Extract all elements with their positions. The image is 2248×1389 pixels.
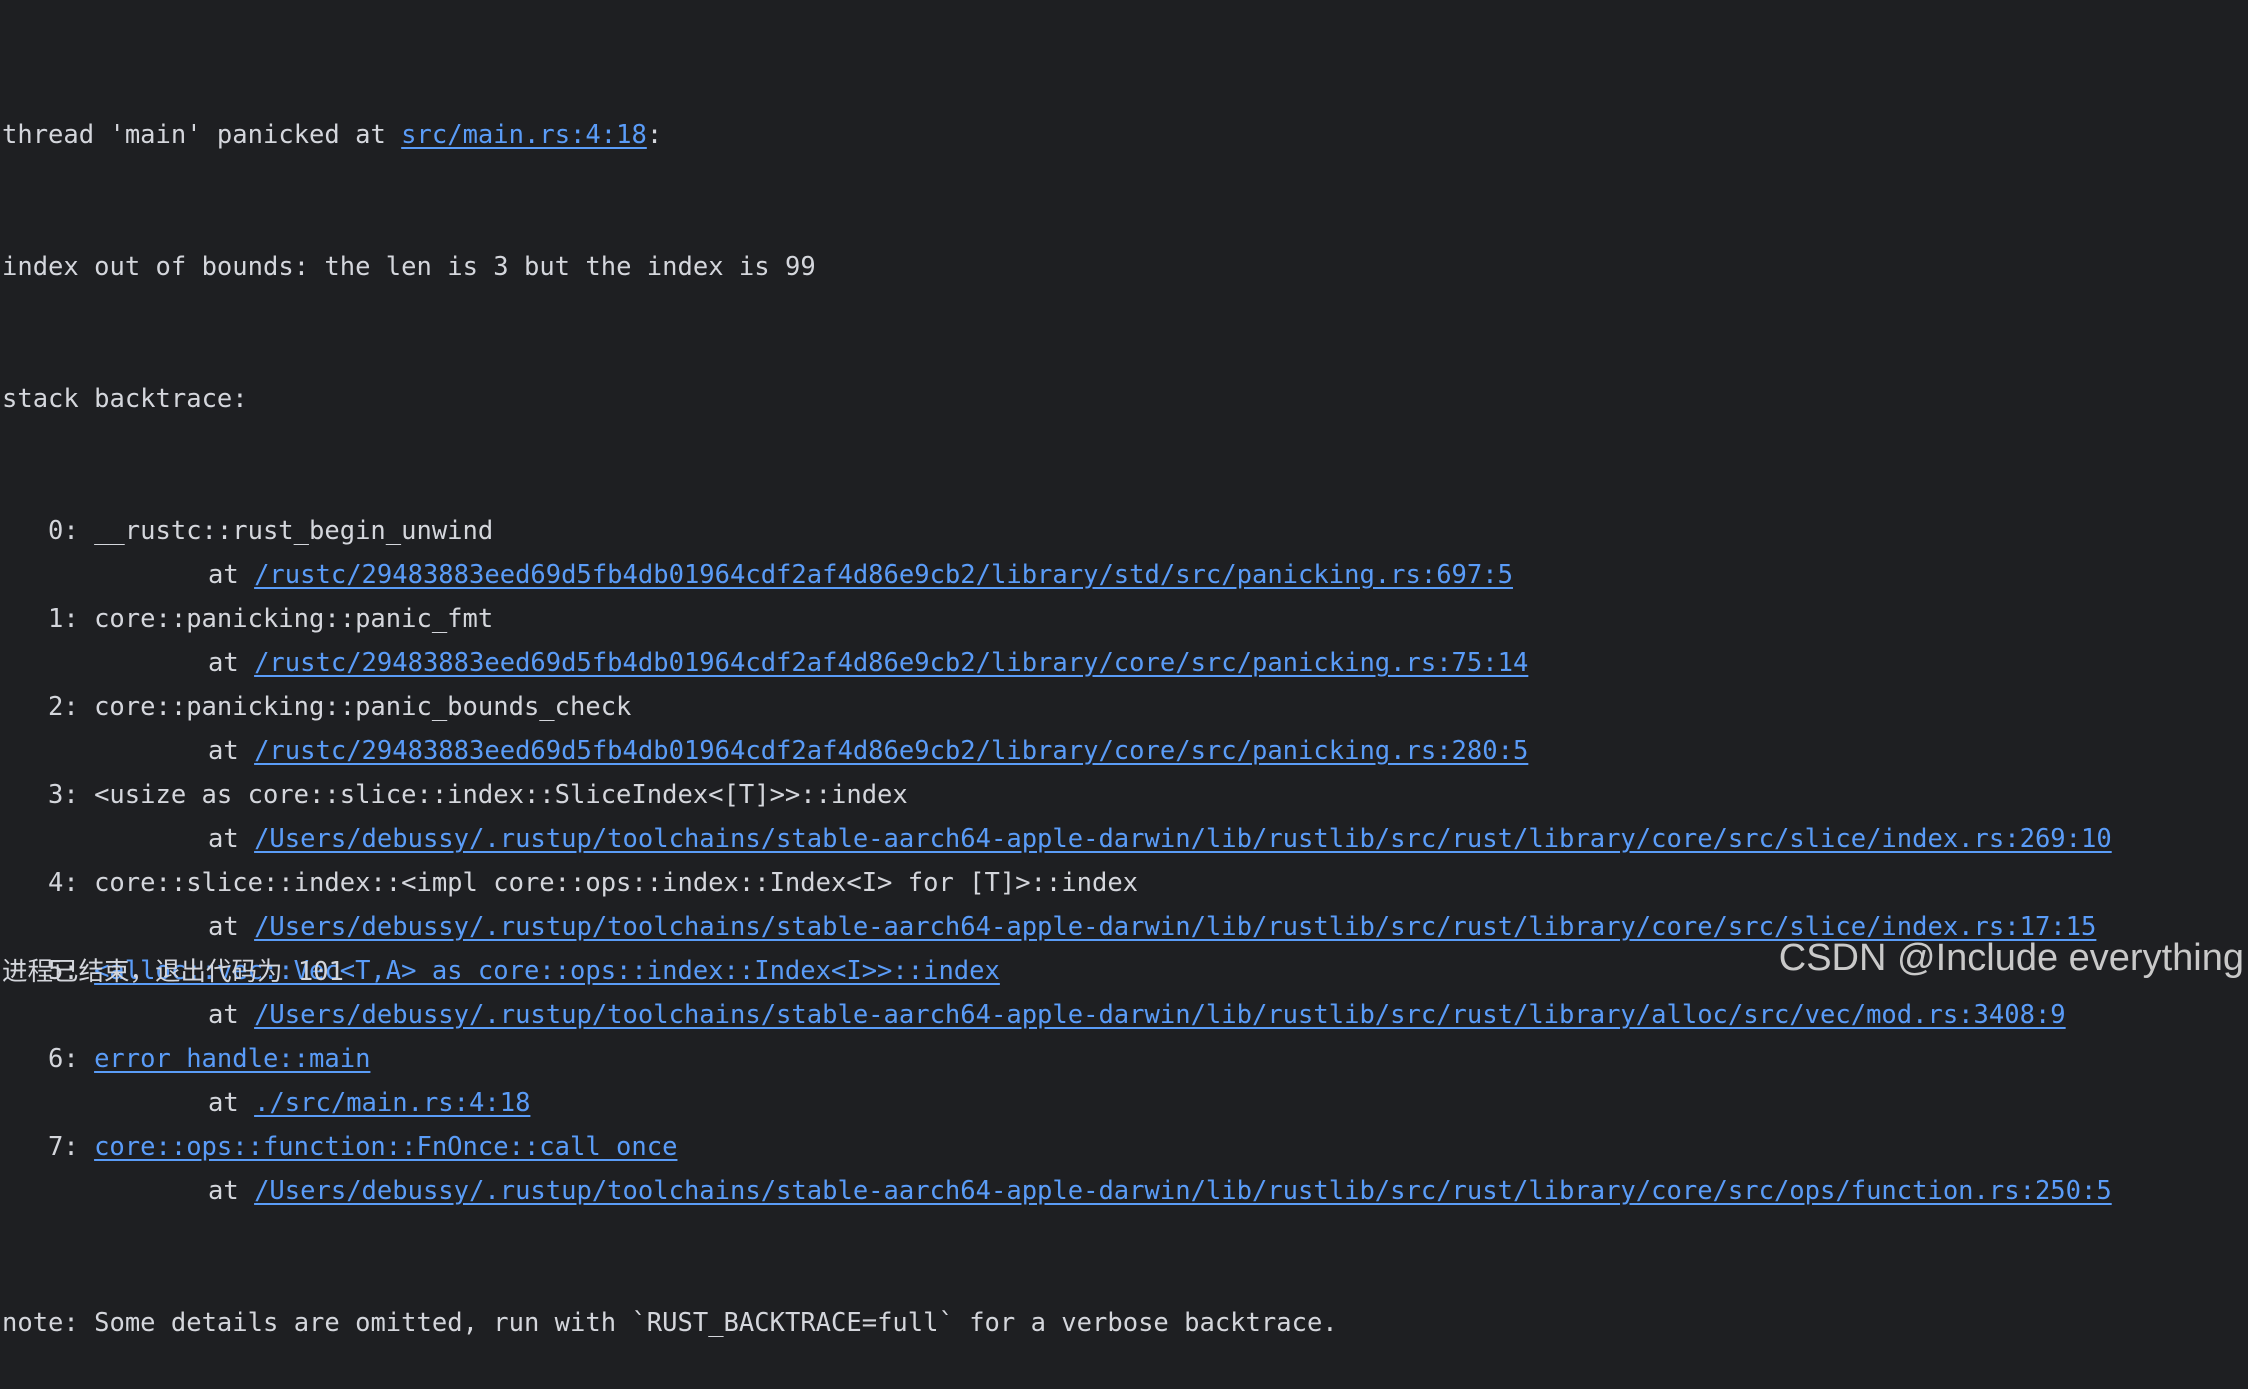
frame-path-link[interactable]: /Users/debussy/.rustup/toolchains/stable… bbox=[254, 1176, 2112, 1206]
frame-symbol: core::panicking::panic_bounds_check bbox=[94, 692, 632, 722]
frame-index: 0: bbox=[48, 516, 79, 546]
frame-location-line: at /Users/debussy/.rustup/toolchains/sta… bbox=[2, 993, 2112, 1037]
frame-symbol-line: 4: core::slice::index::<impl core::ops::… bbox=[2, 861, 2112, 905]
console-output: thread 'main' panicked at src/main.rs:4:… bbox=[2, 25, 2112, 1389]
frame-path-link[interactable]: /Users/debussy/.rustup/toolchains/stable… bbox=[254, 1000, 2066, 1030]
frame-path-link[interactable]: /rustc/29483883eed69d5fb4db01964cdf2af4d… bbox=[254, 560, 1513, 590]
frame-location-line: at /rustc/29483883eed69d5fb4db01964cdf2a… bbox=[2, 553, 2112, 597]
frame-path-link[interactable]: ./src/main.rs:4:18 bbox=[254, 1088, 530, 1118]
frame-symbol: core::panicking::panic_fmt bbox=[94, 604, 494, 634]
panic-line: thread 'main' panicked at src/main.rs:4:… bbox=[2, 113, 2112, 157]
frame-location-line: at /Users/debussy/.rustup/toolchains/sta… bbox=[2, 817, 2112, 861]
frame-index: 6: bbox=[48, 1044, 79, 1074]
frame-at-label: at bbox=[208, 736, 239, 766]
frame-location-line: at ./src/main.rs:4:18 bbox=[2, 1081, 2112, 1125]
panic-suffix: : bbox=[646, 120, 663, 150]
exit-message: 进程已结束，退出代码为 101 bbox=[2, 957, 344, 987]
backtrace-frames: 0: __rustc::rust_begin_unwind at /rustc/2… bbox=[2, 509, 2112, 1213]
frame-location-line: at /rustc/29483883eed69d5fb4db01964cdf2a… bbox=[2, 729, 2112, 773]
panic-location-link[interactable]: src/main.rs:4:18 bbox=[401, 120, 647, 150]
frame-at-label: at bbox=[208, 648, 239, 678]
watermark: CSDN @Include everything bbox=[1778, 937, 2244, 979]
frame-symbol-line: 2: core::panicking::panic_bounds_check bbox=[2, 685, 2112, 729]
frame-index: 2: bbox=[48, 692, 79, 722]
frame-at-label: at bbox=[208, 1000, 239, 1030]
frame-path-link[interactable]: /Users/debussy/.rustup/toolchains/stable… bbox=[254, 824, 2112, 854]
frame-location-line: at /rustc/29483883eed69d5fb4db01964cdf2a… bbox=[2, 641, 2112, 685]
frame-symbol-link[interactable]: error_handle::main bbox=[94, 1044, 370, 1074]
panic-message: index out of bounds: the len is 3 but th… bbox=[2, 252, 816, 282]
frame-symbol-line: 0: __rustc::rust_begin_unwind bbox=[2, 509, 2112, 553]
backtrace-note: note: Some details are omitted, run with… bbox=[2, 1308, 1338, 1338]
frame-path-link[interactable]: /rustc/29483883eed69d5fb4db01964cdf2af4d… bbox=[254, 648, 1528, 678]
backtrace-header: stack backtrace: bbox=[2, 384, 248, 414]
frame-index: 1: bbox=[48, 604, 79, 634]
frame-at-label: at bbox=[208, 1088, 239, 1118]
frame-at-label: at bbox=[208, 560, 239, 590]
panic-prefix: thread 'main' panicked at bbox=[2, 120, 402, 150]
frame-symbol-line: 1: core::panicking::panic_fmt bbox=[2, 597, 2112, 641]
frame-at-label: at bbox=[208, 824, 239, 854]
frame-at-label: at bbox=[208, 1176, 239, 1206]
frame-symbol-link[interactable]: core::ops::function::FnOnce::call_once bbox=[94, 1132, 677, 1162]
frame-symbol-line: 6: error_handle::main bbox=[2, 1037, 2112, 1081]
frame-index: 3: bbox=[48, 780, 79, 810]
frame-index: 4: bbox=[48, 868, 79, 898]
frame-at-label: at bbox=[208, 912, 239, 942]
frame-location-line: at /Users/debussy/.rustup/toolchains/sta… bbox=[2, 1169, 2112, 1213]
frame-path-link[interactable]: /rustc/29483883eed69d5fb4db01964cdf2af4d… bbox=[254, 736, 1528, 766]
frame-symbol: <usize as core::slice::index::SliceIndex… bbox=[94, 780, 908, 810]
frame-symbol: __rustc::rust_begin_unwind bbox=[94, 516, 494, 546]
frame-index: 7: bbox=[48, 1132, 79, 1162]
frame-symbol-line: 3: <usize as core::slice::index::SliceIn… bbox=[2, 773, 2112, 817]
frame-symbol: core::slice::index::<impl core::ops::ind… bbox=[94, 868, 1139, 898]
frame-symbol-line: 7: core::ops::function::FnOnce::call_onc… bbox=[2, 1125, 2112, 1169]
